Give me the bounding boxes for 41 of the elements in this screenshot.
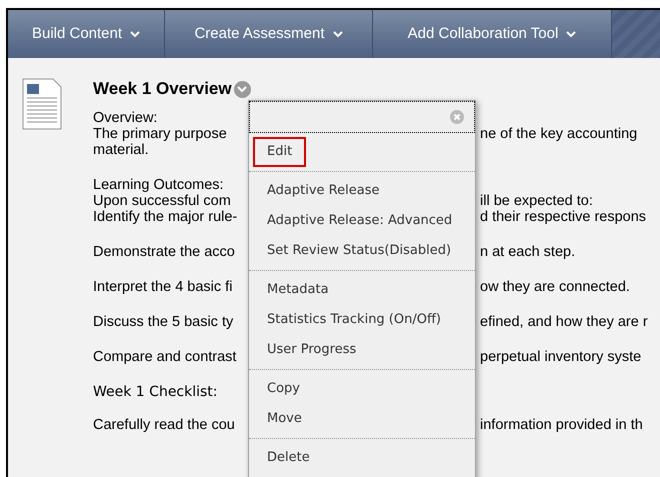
text-line: Demonstrate the acco [93, 244, 235, 260]
menu-item[interactable]: Edit [253, 137, 306, 167]
menu-item[interactable]: Move [253, 404, 316, 434]
menu-item[interactable]: Copy [253, 374, 314, 404]
chevron-down-icon [130, 30, 140, 38]
chevron-down-icon [237, 86, 248, 92]
document-icon [22, 78, 62, 130]
text-line: perpetual inventory syste [480, 349, 642, 365]
text-line: Interpret the 4 basic fi [93, 279, 232, 295]
text-line: n at each step. [480, 244, 576, 260]
menu-item[interactable]: Statistics Tracking (On/Off) [253, 305, 455, 335]
text-line: ill be expected to: [480, 193, 593, 209]
menu-item[interactable]: User Progress [253, 335, 370, 365]
chevron-down-icon [566, 30, 576, 38]
text-line: information provided in th [480, 417, 643, 433]
options-button[interactable] [234, 80, 251, 98]
text-line: efined, and how they are r [480, 314, 648, 330]
menu-item[interactable]: Metadata [253, 275, 343, 305]
text-line: ow they are connected. [480, 279, 630, 295]
text-line: Discuss the 5 basic ty [93, 314, 234, 330]
close-icon[interactable] [450, 110, 464, 124]
chevron-down-icon [332, 30, 343, 38]
item-title: Week 1 Overview [93, 78, 232, 100]
text-line: The primary purpose [93, 126, 227, 142]
text-line: material. [93, 142, 149, 158]
text-line: Week 1 Checklist: [93, 384, 218, 400]
toolbar-menu-button[interactable]: Create Assessment [165, 10, 373, 58]
menu-item[interactable]: Set Review Status(Disabled) [253, 236, 466, 266]
menu-item[interactable]: Delete [253, 443, 324, 473]
text-line: Identify the major rule- [93, 209, 238, 225]
menu-item[interactable]: Adaptive Release [253, 176, 394, 206]
text-line: Overview: [93, 110, 158, 126]
toolbar-menu-button[interactable]: Build Content [8, 10, 165, 58]
text-line: Upon successful com [93, 193, 231, 209]
text-line: Carefully read the cou [93, 417, 235, 433]
text-line: ne of the key accounting [480, 126, 638, 142]
text-line: Learning Outcomes: [93, 177, 224, 193]
text-line: Compare and contrast [93, 349, 236, 365]
text-line: d their respective respons [480, 209, 646, 225]
menu-item[interactable]: Adaptive Release: Advanced [253, 206, 466, 236]
toolbar-filler [612, 10, 660, 58]
